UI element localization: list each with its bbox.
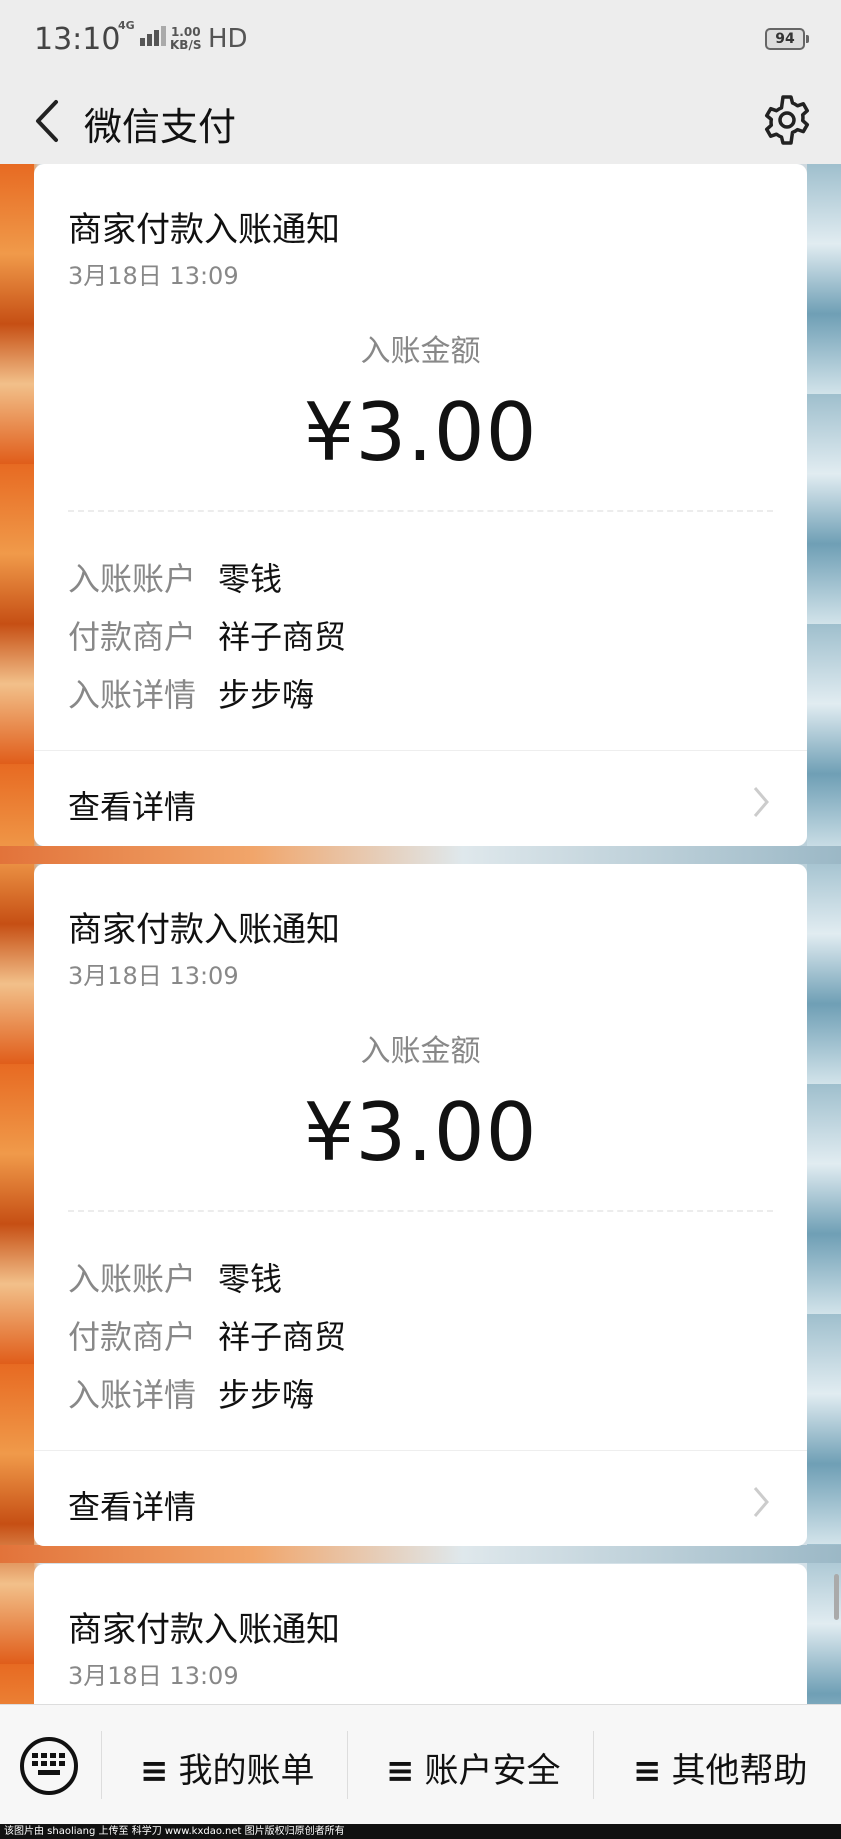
view-details-label: 查看详情 <box>68 788 197 826</box>
field-value: 祥子商贸 <box>218 1318 347 1356</box>
menu-label: 我的账单 <box>178 1751 315 1791</box>
field-label: 入账账户 <box>68 1260 197 1298</box>
network-type: 4G <box>118 19 135 32</box>
hd-indicator: HD <box>208 24 248 54</box>
field-label: 入账详情 <box>68 676 197 714</box>
field-value: 零钱 <box>218 1260 283 1298</box>
field-row: 入账账户 零钱 <box>68 554 282 600</box>
field-value: 祥子商贸 <box>218 618 347 656</box>
field-value: 步步嗨 <box>218 1376 315 1414</box>
menu-icon: ≡ <box>633 1751 662 1791</box>
field-row: 付款商户 祥子商贸 <box>68 1312 346 1358</box>
field-label: 入账详情 <box>68 1376 197 1414</box>
card-time: 3月18日 13:09 <box>68 262 239 290</box>
keyboard-toggle-button[interactable] <box>20 1737 78 1795</box>
menu-divider <box>593 1731 594 1799</box>
status-bar: 13:10 4G 1.00 KB/S HD 94 <box>0 0 841 80</box>
field-row: 入账详情 步步嗨 <box>68 670 314 716</box>
card-title: 商家付款入账通知 <box>68 910 340 950</box>
gear-icon <box>764 95 810 145</box>
divider <box>68 1210 773 1212</box>
bottom-menu-bar: ≡ 我的账单 ≡ 账户安全 ≡ 其他帮助 <box>0 1704 841 1825</box>
field-row: 付款商户 祥子商贸 <box>68 612 346 658</box>
scrollbar[interactable] <box>834 1574 839 1620</box>
menu-other-help[interactable]: ≡ 其他帮助 <box>633 1743 808 1792</box>
battery-icon: 94 <box>765 28 809 50</box>
payment-notification-card: 商家付款入账通知 3月18日 13:09 <box>34 1564 807 1724</box>
signal-icon: 4G <box>118 20 166 46</box>
menu-label: 其他帮助 <box>671 1751 808 1791</box>
card-title: 商家付款入账通知 <box>68 1610 340 1650</box>
settings-button[interactable] <box>759 92 815 148</box>
keyboard-icon <box>32 1753 65 1775</box>
menu-icon: ≡ <box>386 1751 415 1791</box>
view-details-link[interactable]: 查看详情 <box>34 1450 807 1546</box>
watermark-footer: 该图片由 shaoliang 上传至 科学刀 www.kxdao.net 图片版… <box>0 1824 841 1839</box>
field-row: 入账详情 步步嗨 <box>68 1370 314 1416</box>
speed-unit: KB/S <box>170 38 202 52</box>
card-time: 3月18日 13:09 <box>68 1662 239 1690</box>
menu-divider <box>101 1731 102 1799</box>
chevron-right-icon <box>753 1487 769 1517</box>
view-details-label: 查看详情 <box>68 1488 197 1526</box>
amount-value: ¥3.00 <box>303 1086 538 1179</box>
field-value: 零钱 <box>218 560 283 598</box>
field-label: 付款商户 <box>68 1318 197 1356</box>
menu-account-security[interactable]: ≡ 账户安全 <box>386 1743 561 1792</box>
menu-divider <box>347 1731 348 1799</box>
menu-my-bills[interactable]: ≡ 我的账单 <box>140 1743 315 1792</box>
card-time: 3月18日 13:09 <box>68 962 239 990</box>
nav-bar: 微信支付 <box>0 80 841 164</box>
amount-value: ¥3.00 <box>303 386 538 479</box>
amount-label: 入账金额 <box>360 334 481 369</box>
menu-label: 账户安全 <box>424 1751 561 1791</box>
chevron-left-icon <box>36 100 58 142</box>
status-time: 13:10 <box>34 22 121 57</box>
divider <box>68 510 773 512</box>
back-button[interactable] <box>26 96 76 146</box>
field-value: 步步嗨 <box>218 676 315 714</box>
view-details-link[interactable]: 查看详情 <box>34 750 807 846</box>
card-title: 商家付款入账通知 <box>68 210 340 250</box>
page-title: 微信支付 <box>84 105 237 149</box>
network-speed: 1.00 KB/S <box>170 26 201 52</box>
chevron-right-icon <box>753 787 769 817</box>
menu-icon: ≡ <box>140 1751 169 1791</box>
field-row: 入账账户 零钱 <box>68 1254 282 1300</box>
amount-label: 入账金额 <box>360 1034 481 1069</box>
field-label: 付款商户 <box>68 618 197 656</box>
payment-notification-card: 商家付款入账通知 3月18日 13:09 入账金额 ¥3.00 入账账户 零钱 付… <box>34 164 807 846</box>
field-label: 入账账户 <box>68 560 197 598</box>
payment-notification-card: 商家付款入账通知 3月18日 13:09 入账金额 ¥3.00 入账账户 零钱 付… <box>34 864 807 1546</box>
battery-level: 94 <box>775 31 795 47</box>
